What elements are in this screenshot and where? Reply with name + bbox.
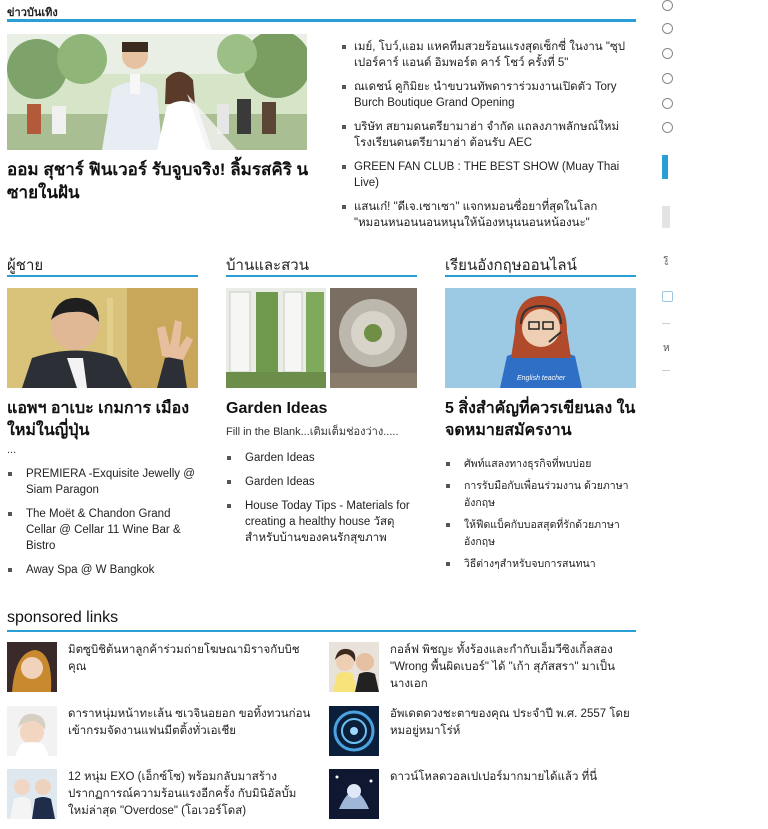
poll-radio[interactable]	[662, 122, 673, 133]
list-item[interactable]: The Moët & Chandon Grand Cellar @ Cellar…	[7, 506, 198, 554]
hero-headline[interactable]: ออม สุชาร์ ฟินเวอร์ รับจูบจริง! ลิ้มรสคิ…	[7, 158, 317, 204]
list-item[interactable]: เมย์, โบว์,แอม แหคทีมสวยร้อนแรงสุดเซ็กซี…	[342, 39, 634, 71]
column-title[interactable]: ผู้ชาย	[7, 256, 198, 275]
column-link[interactable]: PREMIERA -Exquisite Jewelly @ Siam Parag…	[26, 468, 195, 496]
sponsored-item[interactable]: กอล์ฟ พิชญะ ทั้งร้องและกำกับเอ็มวีซิงเกิ…	[329, 642, 629, 698]
hero-photo	[7, 34, 307, 150]
sidebar-divider	[662, 370, 670, 371]
column-headline[interactable]: 5 สิ่งสำคัญที่ควรเขียนลง ในจดหมายสมัครงา…	[445, 398, 636, 442]
list-item[interactable]: การรับมือกับเพื่อนร่วมงาน ด้วยภาษาอังกฤษ	[445, 478, 636, 512]
poll-radio[interactable]	[662, 98, 673, 109]
teacher-photo: English teacher	[445, 288, 636, 388]
news-link[interactable]: แสนเก๋! "ดีเจ.เซาเซา" แจกหมอนซื่อยาที่สุ…	[354, 201, 597, 229]
list-item[interactable]: GREEN FAN CLUB : THE BEST SHOW (Muay Tha…	[342, 159, 634, 191]
column-english: เรียนอังกฤษออนไลน์ English teacher 5 สิ่…	[445, 256, 636, 578]
sidebar-checkbox[interactable]	[662, 291, 673, 302]
column-home-garden: บ้านและสวน Garden Ideas Fill in the Blan…	[226, 256, 417, 554]
column-link[interactable]: House Today Tips - Materials for creatin…	[245, 500, 410, 544]
list-item[interactable]: ณเดชน์ คูกิมิยะ นำขบวนทัพดาราร่วมงานเปิด…	[342, 79, 634, 111]
column-headline[interactable]: แอพฯ อาเบะ เกมการ เมืองใหม่ในญี่ปุ่น	[7, 398, 198, 442]
column-image[interactable]: English teacher	[445, 288, 636, 388]
column-divider	[445, 275, 636, 277]
sidebar-divider	[662, 323, 670, 324]
column-link[interactable]: Away Spa @ W Bangkok	[26, 564, 154, 576]
column-list: PREMIERA -Exquisite Jewelly @ Siam Parag…	[7, 466, 198, 578]
column-divider	[7, 275, 198, 277]
news-link[interactable]: บริษัท สยามดนตรียามาฮ่า จำกัด แถลงภาพลัก…	[354, 121, 619, 149]
sponsored-item[interactable]: ดาราหนุ่มหน้าทะเล้น ซเวจินอยอก ขอทิ้งทวน…	[7, 706, 310, 762]
abe-photo	[7, 288, 198, 388]
sponsored-thumbnail	[7, 642, 57, 692]
news-link[interactable]: เมย์, โบว์,แอม แหคทีมสวยร้อนแรงสุดเซ็กซี…	[354, 41, 625, 69]
sponsored-thumbnail	[329, 706, 379, 756]
sponsored-thumbnail	[7, 706, 57, 756]
column-link[interactable]: The Moët & Chandon Grand Cellar @ Cellar…	[26, 508, 181, 552]
news-link[interactable]: GREEN FAN CLUB : THE BEST SHOW (Muay Tha…	[354, 161, 619, 189]
list-item[interactable]: วิธีต่างๆสำหรับจบการสนทนา	[445, 556, 636, 573]
column-image[interactable]	[7, 288, 198, 388]
sponsored-thumbnail	[329, 642, 379, 692]
sponsored-text[interactable]: มิตซูบิชิต้นหาลูกค้าร่วมถ่ายโฆษณามิราจกั…	[68, 642, 316, 676]
column-link[interactable]: ศัพท์แสลงทางธุรกิจที่พบบ่อย	[464, 458, 591, 470]
news-link[interactable]: ณเดชน์ คูกิมิยะ นำขบวนทัพดาราร่วมงานเปิด…	[354, 81, 617, 109]
sponsored-title: sponsored links	[7, 609, 119, 626]
sponsored-divider	[7, 630, 636, 632]
column-link[interactable]: วิธีต่างๆสำหรับจบการสนทนา	[464, 558, 596, 570]
list-item[interactable]: Garden Ideas	[226, 450, 417, 466]
teacher-label: English teacher	[517, 375, 566, 382]
column-title[interactable]: บ้านและสวน	[226, 256, 417, 275]
poll-radio[interactable]	[662, 0, 673, 11]
list-item[interactable]: แสนเก๋! "ดีเจ.เซาเซา" แจกหมอนซื่อยาที่สุ…	[342, 199, 634, 231]
list-item[interactable]: House Today Tips - Materials for creatin…	[226, 498, 417, 546]
sidebar-tab[interactable]	[662, 206, 670, 228]
hero-image[interactable]	[7, 34, 307, 150]
list-item[interactable]: บริษัท สยามดนตรียามาฮ่า จำกัด แถลงภาพลัก…	[342, 119, 634, 151]
sponsored-text[interactable]: ดาราหนุ่มหน้าทะเล้น ซเวจินอยอก ขอทิ้งทวน…	[68, 706, 316, 740]
column-subtitle: ...	[7, 444, 17, 456]
column-list: Garden Ideas Garden Ideas House Today Ti…	[226, 450, 417, 546]
vote-button[interactable]	[662, 155, 668, 179]
list-item[interactable]: PREMIERA -Exquisite Jewelly @ Siam Parag…	[7, 466, 198, 498]
sponsored-thumbnail	[7, 769, 57, 819]
column-image[interactable]	[226, 288, 417, 388]
column-divider	[226, 275, 417, 277]
sponsored-text[interactable]: กอล์ฟ พิชญะ ทั้งร้องและกำกับเอ็มวีซิงเกิ…	[390, 642, 638, 693]
sponsored-text[interactable]: อัพเดตดวงชะตาของคุณ ประจำปี พ.ศ. 2557 โด…	[390, 706, 638, 740]
sponsored-item[interactable]: อัพเดตดวงชะตาของคุณ ประจำปี พ.ศ. 2557 โด…	[329, 706, 630, 762]
poll-radio[interactable]	[662, 48, 673, 59]
column-link[interactable]: การรับมือกับเพื่อนร่วมงาน ด้วยภาษาอังกฤษ	[464, 480, 629, 509]
column-title[interactable]: เรียนอังกฤษออนไลน์	[445, 256, 636, 275]
garden-photo	[226, 288, 417, 388]
poll-radio[interactable]	[662, 73, 673, 84]
column-subtitle: Fill in the Blank...เติมเต็มช่องว่าง....…	[226, 426, 399, 438]
column-link[interactable]: Garden Ideas	[245, 476, 315, 488]
sidebar-text: รู	[663, 254, 669, 265]
sponsored-text[interactable]: ดาวน์โหลดวอลเปเปอร์มากมายได้แล้ว ที่นี่	[390, 769, 638, 786]
news-list: เมย์, โบว์,แอม แหคทีมสวยร้อนแรงสุดเซ็กซี…	[342, 39, 634, 239]
column-headline[interactable]: Garden Ideas	[226, 398, 417, 420]
list-item[interactable]: Garden Ideas	[226, 474, 417, 490]
column-list: ศัพท์แสลงทางธุรกิจที่พบบ่อย การรับมือกับ…	[445, 456, 636, 573]
column-men: ผู้ชาย แอพฯ อาเบะ เกมการ เมืองใหม่ในญี่ป…	[7, 256, 198, 586]
sponsored-item[interactable]: 12 หนุ่ม EXO (เอ็กซ์โซ) พร้อมกลับมาสร้าง…	[7, 769, 307, 825]
sponsored-item[interactable]: มิตซูบิชิต้นหาลูกค้าร่วมถ่ายโฆษณามิราจกั…	[7, 642, 307, 698]
poll-radio[interactable]	[662, 23, 673, 34]
section-divider	[7, 19, 636, 22]
sponsored-thumbnail	[329, 769, 379, 819]
column-link[interactable]: ให้ฟีดแบ็คกับบอสสุดที่รักด้วยภาษาอังกฤษ	[464, 519, 620, 548]
list-item[interactable]: ให้ฟีดแบ็คกับบอสสุดที่รักด้วยภาษาอังกฤษ	[445, 517, 636, 551]
sidebar-text: ห	[663, 343, 670, 354]
sponsored-item[interactable]: ดาวน์โหลดวอลเปเปอร์มากมายได้แล้ว ที่นี่	[329, 769, 629, 825]
list-item[interactable]: Away Spa @ W Bangkok	[7, 562, 198, 578]
column-link[interactable]: Garden Ideas	[245, 452, 315, 464]
list-item[interactable]: ศัพท์แสลงทางธุรกิจที่พบบ่อย	[445, 456, 636, 473]
sponsored-text[interactable]: 12 หนุ่ม EXO (เอ็กซ์โซ) พร้อมกลับมาสร้าง…	[68, 769, 316, 820]
